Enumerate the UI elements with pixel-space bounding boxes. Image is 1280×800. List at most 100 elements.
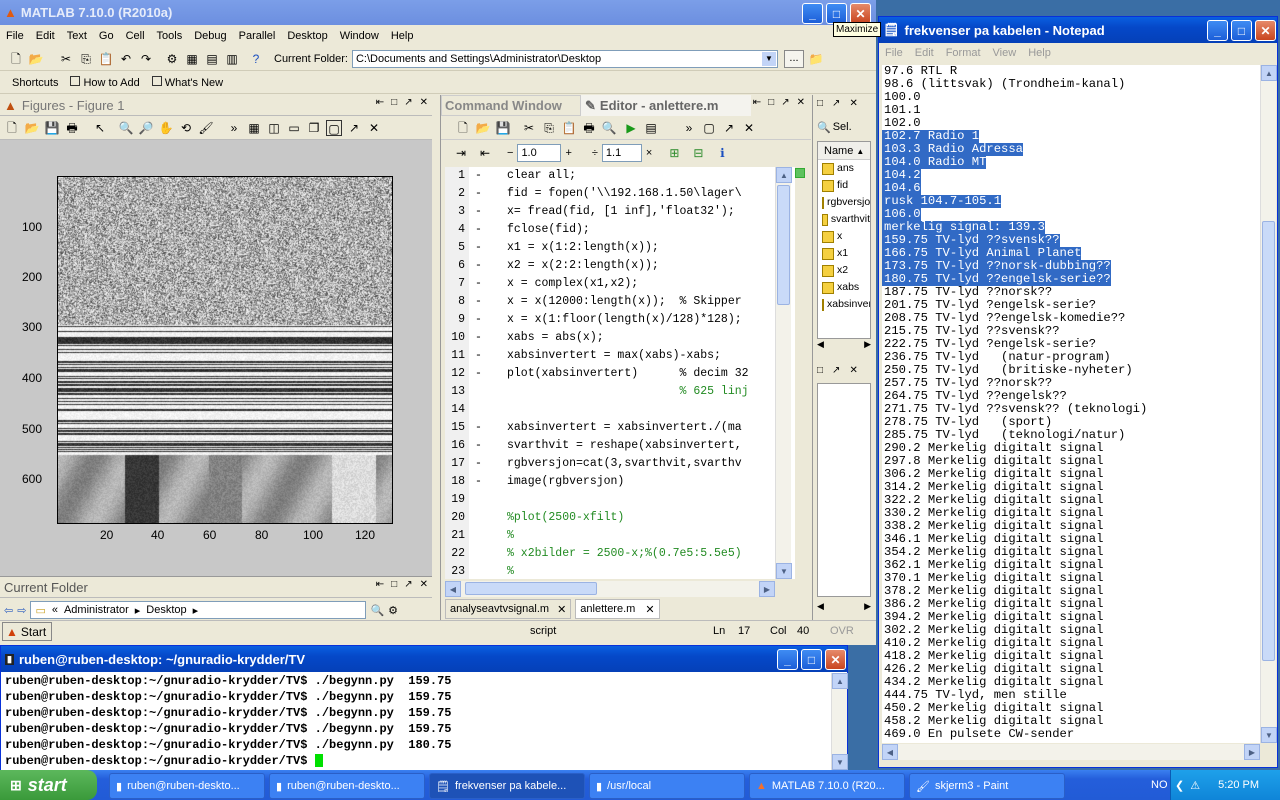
terminal-vscroll[interactable]: ▲ ▼	[831, 673, 848, 770]
open-icon[interactable]: 📂	[24, 120, 40, 136]
help-icon[interactable]: ?	[248, 51, 264, 67]
breakpoint-marker[interactable]: -	[469, 437, 503, 455]
breakpoint-marker[interactable]: -	[469, 455, 503, 473]
hscroll-thumb[interactable]	[465, 582, 597, 595]
run-icon[interactable]: ▶	[623, 120, 639, 136]
workspace-variable[interactable]: svarthvit	[818, 211, 870, 228]
eval-cell-icon[interactable]: ⇤	[477, 145, 493, 161]
undock-icon[interactable]: ⇤	[376, 97, 384, 108]
menu-file[interactable]: File	[879, 47, 909, 59]
close-button[interactable]: ✕	[850, 3, 871, 24]
undock-icon[interactable]: ↗	[721, 120, 737, 136]
breakpoint-marker[interactable]: -	[469, 185, 503, 203]
workspace-variable[interactable]: ans	[818, 160, 870, 177]
scroll-down-icon[interactable]: ▼	[1261, 727, 1277, 743]
scroll-up-icon[interactable]: ▲	[832, 673, 848, 689]
pointer-icon[interactable]: ↖	[92, 120, 108, 136]
language-indicator[interactable]: NO	[1151, 779, 1168, 791]
menu-view[interactable]: View	[987, 47, 1023, 59]
menu-file[interactable]: File	[0, 30, 30, 42]
plus-icon[interactable]: +	[565, 147, 571, 159]
find-icon[interactable]: 🔍	[601, 120, 617, 136]
menu-help[interactable]: Help	[1022, 47, 1057, 59]
menu-parallel[interactable]: Parallel	[233, 30, 282, 42]
breakpoint-marker[interactable]: -	[469, 347, 503, 365]
close-tab-icon[interactable]: ✕	[645, 603, 654, 616]
more-icon[interactable]: »	[681, 120, 697, 136]
breakpoint-marker[interactable]: -	[469, 275, 503, 293]
simulink-icon[interactable]: ⚙	[164, 51, 180, 67]
maximize-panel-icon[interactable]: □	[391, 579, 397, 590]
taskbar-item-paint[interactable]: 🖌 skjerm3 - Paint	[909, 773, 1065, 799]
up-folder-icon[interactable]: 📁	[808, 51, 824, 67]
workspace-icon[interactable]: ▥	[224, 51, 240, 67]
scroll-up-icon[interactable]: ▲	[776, 167, 792, 183]
workspace-variable[interactable]: fid	[818, 177, 870, 194]
tray-expand-icon[interactable]: ❮	[1175, 779, 1184, 792]
save-icon[interactable]: 💾	[44, 120, 60, 136]
close-button[interactable]: ✕	[1255, 20, 1276, 41]
workspace-variable[interactable]: x1	[818, 245, 870, 262]
menu-help[interactable]: Help	[385, 30, 420, 42]
scroll-left-icon[interactable]: ◀	[817, 601, 824, 615]
breakpoint-marker[interactable]	[469, 383, 503, 401]
profiler-icon[interactable]: ▤	[204, 51, 220, 67]
history-hscroll[interactable]: ◀ ▶	[817, 601, 871, 615]
breakpoint-marker[interactable]: -	[469, 221, 503, 239]
tile-grid-icon[interactable]: ▦	[246, 120, 262, 136]
dock-icon[interactable]: ↗	[404, 97, 412, 108]
taskbar-item-notepad[interactable]: 🗒 frekvenser pa kabele...	[429, 773, 585, 799]
undock-figure-icon[interactable]: ↗	[346, 120, 362, 136]
maximize-panel-icon[interactable]: □	[391, 97, 397, 108]
scroll-right-icon[interactable]: ▶	[759, 581, 775, 597]
menu-desktop[interactable]: Desktop	[281, 30, 333, 42]
maximize-button[interactable]: □	[1231, 20, 1252, 41]
tab-command-window[interactable]: Command Window	[441, 95, 581, 116]
breakpoint-marker[interactable]: -	[469, 257, 503, 275]
scroll-thumb[interactable]	[777, 185, 790, 305]
browse-button[interactable]: ...	[783, 49, 804, 68]
maximize-panel-icon[interactable]: □	[768, 97, 774, 108]
undock-icon[interactable]: ⇤	[753, 97, 761, 108]
step-input[interactable]: 1.0	[517, 144, 562, 162]
close-panel-icon[interactable]: ✕	[849, 365, 857, 376]
close-panel-icon[interactable]: ✕	[420, 97, 428, 108]
dock-icon[interactable]: ↗	[832, 98, 840, 109]
menu-edit[interactable]: Edit	[30, 30, 61, 42]
menu-cell[interactable]: Cell	[120, 30, 151, 42]
dock-icon[interactable]: ↗	[781, 97, 789, 108]
menu-debug[interactable]: Debug	[188, 30, 232, 42]
copy-icon[interactable]: ⎘	[541, 120, 557, 136]
dock-icon[interactable]: ↗	[832, 365, 840, 376]
breadcrumb-item[interactable]: Administrator	[64, 604, 129, 616]
layout-icon[interactable]: ▢	[701, 120, 717, 136]
taskbar-item-terminal1[interactable]: ▮ ruben@ruben-deskto...	[109, 773, 265, 799]
chevron-down-icon[interactable]: ▼	[761, 51, 776, 66]
scroll-thumb[interactable]	[1262, 221, 1275, 661]
taskbar-item-matlab[interactable]: ▲ MATLAB 7.10.0 (R20...	[749, 773, 905, 799]
breadcrumb-item[interactable]: Desktop	[146, 604, 186, 616]
tile-columns-icon[interactable]: ◫	[266, 120, 282, 136]
breakpoint-marker[interactable]: -	[469, 311, 503, 329]
maximize-panel-icon[interactable]: □	[817, 98, 823, 109]
new-file-icon[interactable]: 🗋	[455, 120, 471, 136]
editor-hscroll[interactable]: ◀ ▶	[445, 581, 775, 597]
scroll-right-icon[interactable]: ▶	[1244, 744, 1260, 760]
name-column-header[interactable]: Name ▲	[818, 142, 870, 160]
breakpoint-marker[interactable]	[469, 401, 503, 419]
scroll-left-icon[interactable]: ◀	[882, 744, 898, 760]
breakpoint-marker[interactable]: -	[469, 293, 503, 311]
close-icon[interactable]: ✕	[741, 120, 757, 136]
menu-format[interactable]: Format	[940, 47, 987, 59]
close-button[interactable]: ✕	[825, 649, 846, 670]
breakpoint-marker[interactable]: -	[469, 473, 503, 491]
paste-icon[interactable]: 📋	[98, 51, 114, 67]
stack-icon[interactable]: ▤	[643, 120, 659, 136]
ws-hscroll[interactable]: ◀ ▶	[817, 339, 871, 353]
file-tab-active[interactable]: anlettere.m ✕	[575, 599, 660, 619]
minimize-button[interactable]: _	[777, 649, 798, 670]
print-icon[interactable]: 🖶	[581, 120, 597, 136]
shortcuts-label[interactable]: Shortcuts	[12, 77, 58, 89]
cut-icon[interactable]: ✂	[58, 51, 74, 67]
breakpoint-marker[interactable]: -	[469, 329, 503, 347]
